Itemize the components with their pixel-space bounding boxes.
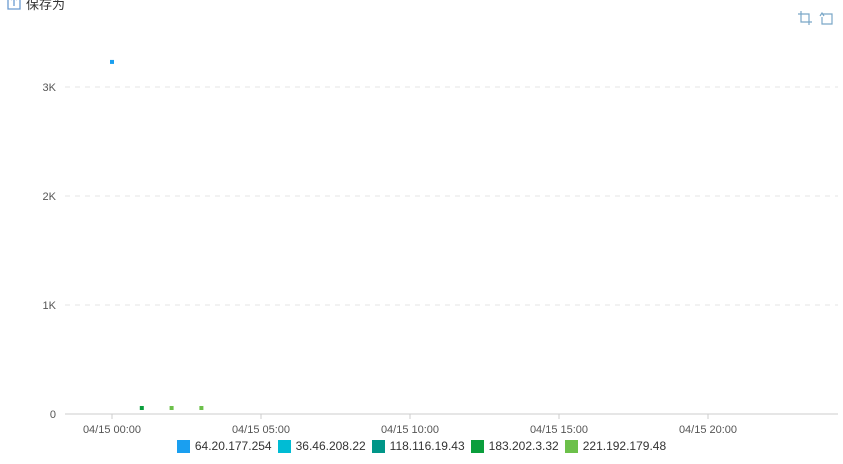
data-point	[199, 406, 204, 411]
legend-label: 36.46.208.22	[295, 439, 366, 453]
legend-item[interactable]: 118.116.19.43	[371, 439, 465, 453]
data-point	[169, 406, 174, 411]
legend-item[interactable]: 183.202.3.32	[470, 439, 559, 453]
legend-swatch	[371, 439, 385, 453]
scatter-chart: 0 1K 2K 3K 04/15 00:00 04/15 05:00 04/15 10:00…	[43, 59, 838, 436]
legend-item[interactable]: 64.20.177.254	[176, 439, 272, 453]
x-tick-label: 04/15 20:00	[679, 424, 737, 436]
legend-label: 64.20.177.254	[194, 439, 272, 453]
legend: 64.20.177.254 36.46.208.22 118.116.19.43 18…	[0, 437, 843, 455]
legend-label: 118.116.19.43	[389, 439, 465, 453]
x-tick-label: 04/15 10:00	[381, 424, 439, 436]
legend-item[interactable]: 221.192.179.48	[564, 439, 667, 453]
y-tick-label: 3K	[43, 82, 57, 94]
y-tick-label: 0	[50, 409, 56, 421]
legend-swatch	[277, 439, 291, 453]
y-tick-label: 2K	[43, 191, 57, 203]
legend-label: 183.202.3.32	[488, 439, 559, 453]
legend-swatch	[470, 439, 484, 453]
x-tick-label: 04/15 05:00	[232, 424, 290, 436]
legend-swatch	[176, 439, 190, 453]
x-tick-label: 04/15 15:00	[530, 424, 588, 436]
x-tick-label: 04/15 00:00	[83, 424, 141, 436]
legend-swatch	[564, 439, 578, 453]
y-tick-label: 1K	[43, 300, 57, 312]
legend-item[interactable]: 36.46.208.22	[277, 439, 366, 453]
legend-label: 221.192.179.48	[582, 439, 667, 453]
data-point	[110, 59, 114, 64]
data-point	[139, 406, 144, 411]
